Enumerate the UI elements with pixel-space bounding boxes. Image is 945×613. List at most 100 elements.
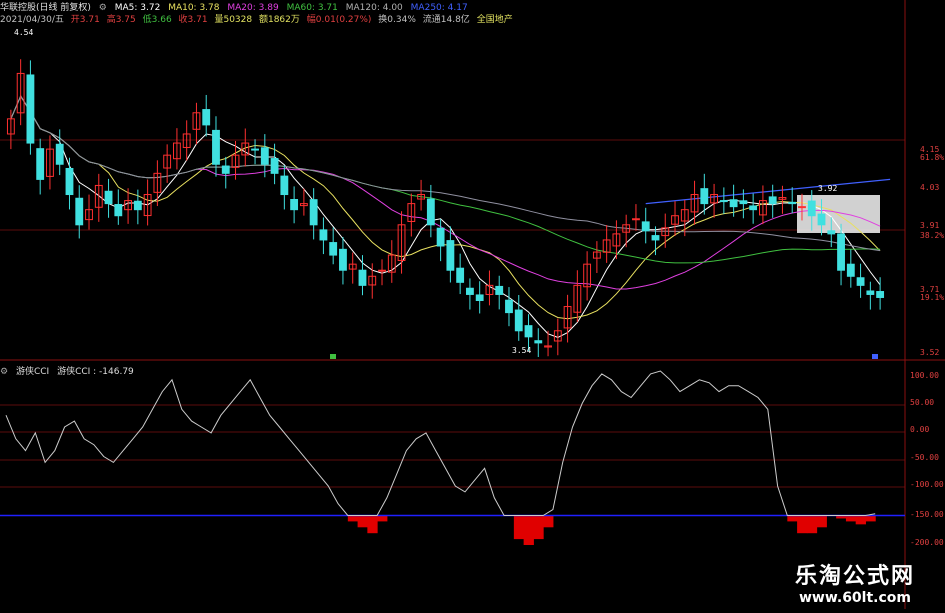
cci-bar — [523, 515, 534, 545]
candle-body — [524, 325, 533, 338]
candle-body — [700, 188, 709, 205]
cci-bar — [377, 515, 388, 522]
site-watermark: 乐淘公式网 www.60lt.com — [795, 558, 915, 606]
candle-body — [329, 242, 338, 256]
quote-close: 收3.71 — [178, 15, 208, 25]
quote-turnover: 换0.34% — [378, 15, 416, 25]
candle-body — [768, 196, 777, 205]
chart-canvas[interactable]: 4.1561.8%4.033.9138.2%3.7119.1%3.52100.0… — [0, 0, 945, 609]
cci-bar — [347, 515, 359, 522]
indicator-axis-label: -150.00 — [910, 510, 944, 519]
candle-body — [26, 74, 35, 144]
candle-body — [436, 227, 445, 247]
quote-date: 2021/04/30/五 — [0, 15, 64, 25]
quote-open: 开3.71 — [70, 15, 100, 25]
candle-body — [837, 233, 845, 271]
cci-line — [5, 370, 876, 516]
candle-body — [788, 201, 797, 205]
candle-body — [202, 109, 211, 126]
indicator-value: 游侠CCI : -146.79 — [57, 367, 134, 377]
indicator-gear-icon[interactable]: ⚙ — [0, 367, 8, 377]
candle-body — [807, 200, 816, 217]
cci-bar — [865, 515, 876, 522]
candle-body — [114, 204, 123, 217]
candle-body — [827, 230, 836, 235]
indicator-header: ⚙ 游侠CCI 游侠CCI : -146.79 — [0, 364, 139, 377]
indicator-axis-label: 100.00 — [910, 371, 939, 380]
candle-body — [426, 198, 435, 226]
candle-body — [729, 199, 738, 208]
low-price-marker: 3.54 — [512, 346, 532, 355]
indicator-axis-label: 0.00 — [910, 425, 929, 434]
candle-body — [749, 205, 758, 211]
candle-body — [280, 175, 289, 196]
candle-body — [505, 299, 513, 314]
high-price-marker: 4.54 — [14, 28, 34, 37]
candle-body — [104, 190, 113, 205]
candle-body — [866, 290, 875, 295]
quote-high: 高3.75 — [106, 15, 136, 25]
candle-body — [65, 167, 74, 196]
quote-low: 低3.66 — [142, 15, 172, 25]
price-axis-label: 19.1% — [920, 293, 944, 302]
ma60-line — [10, 95, 881, 264]
candle-body — [739, 200, 748, 205]
candle-body — [319, 229, 328, 241]
signal-marker-blue — [872, 354, 878, 359]
cci-bar — [787, 515, 798, 522]
candle-body — [251, 148, 259, 151]
cci-bar — [367, 515, 378, 534]
candle-body — [846, 263, 855, 277]
cci-bar — [543, 515, 554, 528]
candle-body — [339, 248, 347, 271]
candle-body — [495, 285, 504, 295]
indicator-axis-label: -100.00 — [910, 480, 944, 489]
candle-body — [651, 235, 660, 241]
candle-body — [534, 340, 543, 344]
candle-body — [55, 143, 64, 165]
price-axis-label: 61.8% — [920, 153, 944, 162]
candle-body — [719, 200, 728, 203]
candle-body — [456, 267, 465, 283]
indicator-name[interactable]: 游侠CCI — [16, 367, 49, 377]
cci-bar — [855, 515, 866, 525]
candle-body — [446, 240, 455, 271]
quote-float-cap: 流通14.8亿 — [422, 15, 470, 25]
signal-marker-green — [330, 354, 336, 359]
quote-subheader: 2021/04/30/五 开3.71 高3.75 低3.66 收3.71 量50… — [0, 12, 517, 25]
ma5-line — [10, 95, 881, 338]
price-axis-label: 3.52 — [920, 348, 939, 357]
watermark-cn: 乐淘公式网 — [794, 564, 915, 589]
candle-body — [75, 197, 84, 226]
cci-bar — [357, 515, 368, 528]
cci-bar — [797, 515, 808, 534]
quote-amount: 额1862万 — [258, 15, 300, 25]
ma20-line — [10, 95, 881, 290]
candle-body — [212, 129, 220, 165]
cci-bar — [513, 515, 525, 540]
watermark-url: www.60lt.com — [798, 590, 911, 606]
indicator-axis-label: 50.00 — [910, 398, 934, 407]
candle-body — [817, 213, 826, 226]
candle-body — [798, 206, 806, 209]
candle-body — [36, 148, 45, 180]
ma120-line — [10, 95, 881, 252]
chart-window[interactable]: 4.15 61.8% 4.03 3.91 38.2% 3.71 19.1% 3.52 100.0… — [0, 0, 945, 609]
quote-sector[interactable]: 全国地产 — [477, 15, 513, 25]
cci-bar — [806, 515, 818, 534]
candle-body — [358, 269, 367, 286]
candle-body — [133, 200, 142, 211]
candle-body — [290, 199, 299, 211]
candle-body — [856, 277, 865, 286]
cci-bar — [533, 515, 544, 540]
price-axis-label: 3.91 — [920, 221, 939, 230]
cci-bar — [845, 515, 857, 522]
candle-body — [378, 269, 386, 272]
candle-body — [221, 165, 230, 174]
quote-volume: 量50328 — [214, 15, 253, 25]
candle-body — [260, 147, 269, 165]
indicator-axis-label: -200.00 — [910, 538, 944, 547]
price-axis-label: 38.2% — [920, 231, 944, 240]
candle-body — [876, 291, 885, 298]
box-price-label: 3.92 — [818, 184, 838, 193]
